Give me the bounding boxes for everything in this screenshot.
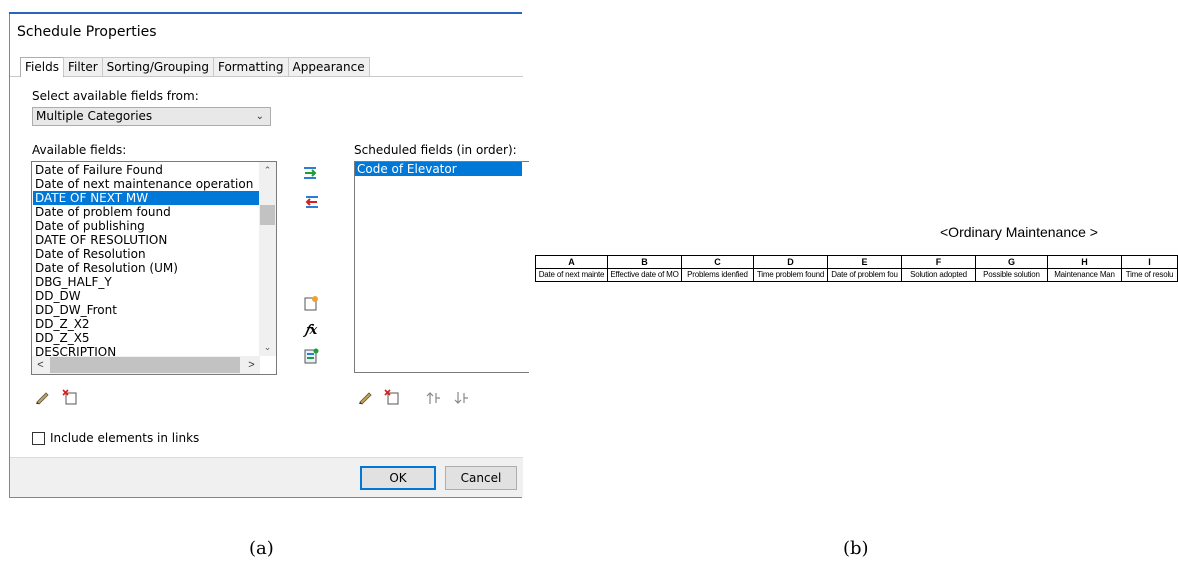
caption-a: (a) xyxy=(249,538,274,559)
category-value: Multiple Categories xyxy=(36,109,153,123)
scroll-up-icon[interactable]: ⌃ xyxy=(259,162,276,179)
tab-appearance[interactable]: Appearance xyxy=(287,57,370,76)
list-item[interactable]: Date of Resolution (UM) xyxy=(33,261,259,275)
column-header[interactable]: Problems idenfied xyxy=(681,268,754,282)
delete-icon[interactable] xyxy=(62,389,78,405)
scroll-thumb[interactable] xyxy=(50,357,240,373)
dialog-title: Schedule Properties xyxy=(17,24,157,40)
tab-fields[interactable]: Fields xyxy=(20,57,64,77)
horizontal-scrollbar[interactable]: < > xyxy=(32,356,260,374)
remove-field-icon[interactable] xyxy=(303,194,319,210)
list-item[interactable]: Date of publishing xyxy=(33,219,259,233)
calculated-value-icon[interactable]: 𝑓x xyxy=(303,322,319,338)
scroll-thumb[interactable] xyxy=(260,205,275,225)
available-fields-list[interactable]: Date of Failure Found Date of next maint… xyxy=(31,161,277,375)
new-parameter-icon[interactable] xyxy=(303,295,319,311)
scheduled-fields-label: Scheduled fields (in order): xyxy=(354,143,517,157)
list-item[interactable]: Date of Failure Found xyxy=(33,163,259,177)
column-letter[interactable]: A xyxy=(535,255,608,269)
table-row: Date of next mainte Effective date of MO… xyxy=(535,268,1178,282)
include-links-checkbox[interactable] xyxy=(32,432,45,445)
tab-formatting[interactable]: Formatting xyxy=(212,57,289,76)
list-item[interactable]: DATE OF RESOLUTION xyxy=(33,233,259,247)
column-header[interactable]: Time of resolu xyxy=(1121,268,1178,282)
schedule-table: A B C D E F G H I Date of next mainte Ef… xyxy=(535,255,1178,282)
vertical-scrollbar[interactable]: ⌃ ⌄ xyxy=(259,162,276,356)
list-item[interactable]: DD_Z_X2 xyxy=(33,317,259,331)
column-letter[interactable]: F xyxy=(901,255,976,269)
category-dropdown[interactable]: Multiple Categories ⌄ xyxy=(32,107,271,126)
table-row: A B C D E F G H I xyxy=(535,255,1178,269)
select-fields-from-label: Select available fields from: xyxy=(32,89,199,103)
edit-icon[interactable] xyxy=(357,389,373,405)
list-item[interactable]: Date of next maintenance operation xyxy=(33,177,259,191)
tab-strip: Fields Filter Sorting/Grouping Formattin… xyxy=(20,57,370,77)
tab-filter[interactable]: Filter xyxy=(62,57,103,76)
schedule-title: <Ordinary Maintenance > xyxy=(940,224,1098,240)
column-header[interactable]: Maintenance Man xyxy=(1047,268,1122,282)
include-links-label: Include elements in links xyxy=(50,431,200,445)
list-item[interactable]: Date of problem found xyxy=(33,205,259,219)
combine-parameters-icon[interactable] xyxy=(303,348,319,364)
column-header[interactable]: Solution adopted xyxy=(901,268,976,282)
move-down-icon[interactable] xyxy=(453,390,469,406)
column-letter[interactable]: E xyxy=(827,255,902,269)
column-letter[interactable]: C xyxy=(681,255,754,269)
list-item[interactable]: DD_DW_Front xyxy=(33,303,259,317)
scheduled-fields-list[interactable]: Code of Elevator xyxy=(354,161,529,373)
list-item[interactable]: Date of Resolution xyxy=(33,247,259,261)
list-item-selected[interactable]: Code of Elevator xyxy=(355,162,522,176)
list-item-selected[interactable]: DATE OF NEXT MW xyxy=(33,191,259,205)
list-item[interactable]: DBG_HALF_Y xyxy=(33,275,259,289)
tab-sorting-grouping[interactable]: Sorting/Grouping xyxy=(101,57,214,76)
delete-icon[interactable] xyxy=(384,389,400,405)
edit-icon[interactable] xyxy=(34,389,50,405)
list-item[interactable]: DD_DW xyxy=(33,289,259,303)
dialog-title-border xyxy=(9,12,522,14)
ok-button[interactable]: OK xyxy=(360,466,436,490)
column-letter[interactable]: G xyxy=(975,255,1048,269)
scroll-right-icon[interactable]: > xyxy=(243,356,260,374)
column-header[interactable]: Effective date of MO xyxy=(607,268,682,282)
caption-b: (b) xyxy=(843,538,869,559)
scroll-left-icon[interactable]: < xyxy=(32,356,49,374)
column-letter[interactable]: B xyxy=(607,255,682,269)
chevron-down-icon: ⌄ xyxy=(255,111,264,122)
add-field-icon[interactable] xyxy=(303,165,319,181)
column-header[interactable]: Possible solution xyxy=(975,268,1048,282)
scroll-down-icon[interactable]: ⌄ xyxy=(259,339,276,356)
dialog-bottom-border xyxy=(9,497,522,498)
column-header[interactable]: Date of problem fou xyxy=(827,268,902,282)
column-header[interactable]: Time problem found xyxy=(753,268,828,282)
available-fields-label: Available fields: xyxy=(32,143,127,157)
column-letter[interactable]: I xyxy=(1121,255,1178,269)
cancel-button[interactable]: Cancel xyxy=(445,466,517,490)
column-letter[interactable]: D xyxy=(753,255,828,269)
column-header[interactable]: Date of next mainte xyxy=(535,268,608,282)
list-item[interactable]: DD_Z_X5 xyxy=(33,331,259,345)
move-up-icon[interactable] xyxy=(425,390,441,406)
column-letter[interactable]: H xyxy=(1047,255,1122,269)
